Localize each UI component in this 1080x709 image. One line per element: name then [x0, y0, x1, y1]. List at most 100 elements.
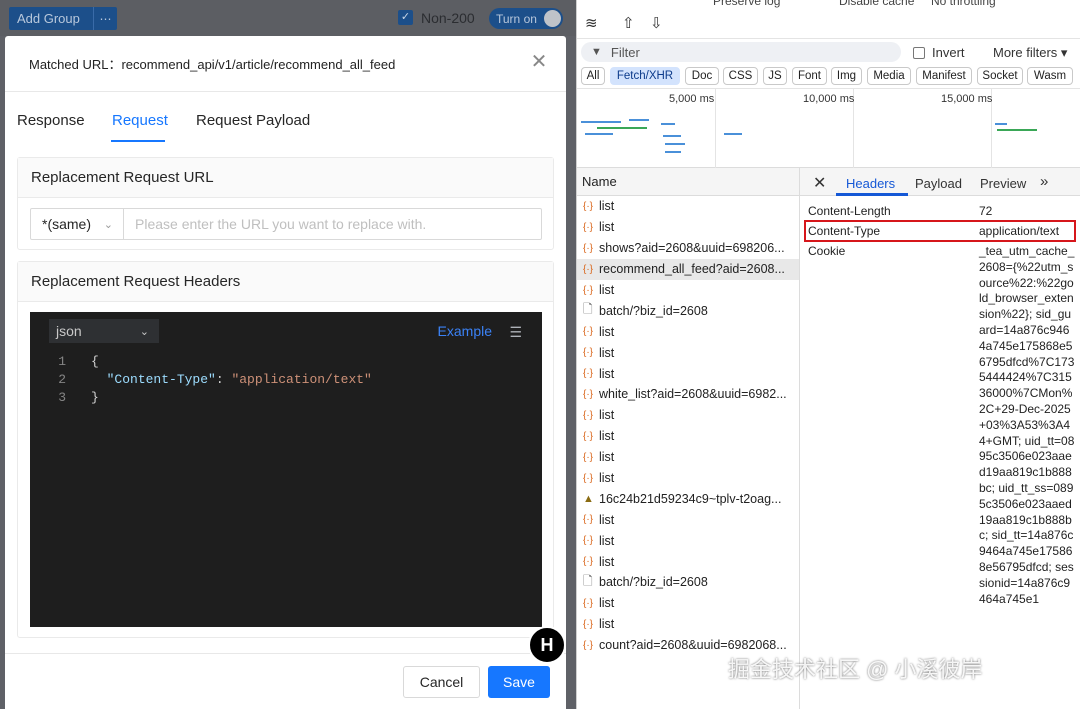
timeline-bar — [629, 119, 649, 121]
tab-request[interactable]: Request — [112, 112, 168, 129]
type-font[interactable]: Font — [792, 67, 827, 85]
tab-response[interactable]: Response — [17, 112, 85, 129]
timeline-gridline — [715, 89, 716, 169]
extension-topbar: Add Group ⋯ ✓ Non-200 Turn on — [0, 0, 576, 36]
replacement-url-section: Replacement Request URL *(same) ⌄ — [17, 157, 554, 250]
xhr-icon: {·} — [583, 347, 594, 359]
replacement-url-input[interactable] — [124, 209, 541, 239]
request-name: 16c24b21d59234c9~tplv-t2oag... — [599, 491, 782, 506]
request-row[interactable]: 🗋 batch/?biz_id=2608 — [577, 572, 799, 593]
type-css[interactable]: CSS — [723, 67, 758, 85]
request-row[interactable]: {·} list — [577, 321, 799, 342]
timeline-bar — [724, 133, 742, 135]
request-row[interactable]: ▲ 16c24b21d59234c9~tplv-t2oag... — [577, 488, 799, 509]
checkbox-icon — [913, 46, 925, 59]
request-row[interactable]: {·} recommend_all_feed?aid=2608... — [577, 258, 799, 280]
url-method-select[interactable]: *(same) ⌄ — [31, 209, 124, 239]
url-select-value: *(same) — [42, 216, 92, 232]
upload-icon[interactable]: ⇧ — [622, 14, 635, 32]
more-filters-button[interactable]: More filters ▾ — [993, 45, 1067, 61]
request-row[interactable]: {·} list — [577, 363, 799, 384]
request-row[interactable]: {·} list — [577, 593, 799, 614]
request-row[interactable]: {·} list — [577, 217, 799, 238]
network-timeline[interactable]: 5,000 ms 10,000 ms 15,000 ms — [577, 88, 1080, 169]
preserve-log-option[interactable]: Preserve log — [713, 0, 780, 8]
request-row[interactable]: {·} shows?aid=2608&uuid=698206... — [577, 238, 799, 259]
request-name: list — [599, 617, 615, 632]
request-row[interactable]: {·} list — [577, 468, 799, 489]
format-icon[interactable]: ☰ — [509, 324, 522, 341]
modal-tabs: Response Request Request Payload — [5, 112, 566, 142]
toggle-knob — [544, 10, 561, 27]
tab-headers[interactable]: Headers — [846, 176, 895, 191]
type-socket[interactable]: Socket — [977, 67, 1023, 85]
name-column-header[interactable]: Name — [577, 168, 799, 196]
section-title: Replacement Request Headers — [18, 262, 553, 302]
type-all[interactable]: All — [581, 67, 605, 85]
request-name: shows?aid=2608&uuid=698206... — [599, 241, 785, 256]
timeline-label: 5,000 ms — [669, 93, 715, 105]
request-name: list — [599, 512, 615, 527]
chevron-double-right-icon[interactable]: » — [1040, 173, 1048, 190]
xhr-icon: {·} — [583, 535, 594, 547]
modal-header: Matched URL：recommend_api/v1/article/rec… — [5, 36, 566, 92]
example-link[interactable]: Example — [438, 323, 492, 339]
chevron-down-icon: ⌄ — [139, 325, 149, 338]
request-name: list — [599, 596, 615, 611]
save-button[interactable]: Save — [488, 666, 550, 698]
code-text: } — [91, 389, 99, 405]
request-row[interactable]: {·} list — [577, 196, 799, 217]
tab-request-payload[interactable]: Request Payload — [196, 112, 310, 129]
request-row[interactable]: {·} list — [577, 426, 799, 447]
request-list: Name {·} list {·} list {·} shows?aid=2608&uui… — [577, 168, 800, 709]
cancel-button[interactable]: Cancel — [403, 666, 480, 698]
throttling-select[interactable]: No throttling — [931, 0, 996, 8]
type-doc[interactable]: Doc — [685, 67, 719, 85]
request-row[interactable]: {·} list — [577, 280, 799, 301]
request-name: batch/?biz_id=2608 — [599, 575, 708, 590]
request-name: recommend_all_feed?aid=2608... — [599, 262, 785, 277]
download-icon[interactable]: ⇩ — [650, 14, 663, 32]
code-editor[interactable]: json ⌄ Example ☰ 1 { 2 "Content-Type": "… — [30, 312, 542, 627]
tab-preview[interactable]: Preview — [980, 176, 1026, 191]
turn-on-toggle[interactable]: Turn on — [489, 8, 563, 29]
filter-input[interactable]: ▼ Filter — [581, 42, 901, 62]
request-row[interactable]: {·} list — [577, 509, 799, 530]
non200-checkbox[interactable]: ✓ — [398, 10, 413, 25]
request-row[interactable]: {·} list — [577, 405, 799, 426]
document-icon: 🗋 — [583, 573, 593, 588]
timeline-bar — [585, 133, 613, 135]
assistant-logo-icon[interactable]: H — [528, 626, 566, 664]
close-icon[interactable]: ✕ — [530, 52, 548, 72]
code-lines: 1 { 2 "Content-Type": "application/text"… — [30, 350, 542, 406]
xhr-icon: {·} — [583, 472, 594, 484]
type-img[interactable]: Img — [831, 67, 862, 85]
close-icon[interactable]: ✕ — [813, 173, 826, 193]
type-js[interactable]: JS — [763, 67, 787, 85]
xhr-icon: {·} — [583, 430, 594, 442]
type-fetch-xhr[interactable]: Fetch/XHR — [610, 67, 680, 85]
language-select[interactable]: json ⌄ — [49, 319, 159, 343]
request-name: list — [599, 366, 615, 381]
request-row[interactable]: 🗋 batch/?biz_id=2608 — [577, 300, 799, 321]
type-media[interactable]: Media — [867, 67, 911, 85]
wifi-icon[interactable]: ≋ — [585, 14, 598, 32]
active-tab-indicator — [111, 140, 165, 142]
request-row[interactable]: {·} list — [577, 551, 799, 572]
invert-checkbox[interactable]: Invert — [913, 45, 965, 60]
request-row[interactable]: {·} list — [577, 447, 799, 468]
request-row[interactable]: {·} white_list?aid=2608&uuid=6982... — [577, 384, 799, 405]
xhr-icon: {·} — [583, 451, 594, 463]
xhr-icon: {·} — [583, 263, 594, 275]
request-row[interactable]: {·} list — [577, 614, 799, 635]
tab-payload[interactable]: Payload — [915, 176, 962, 191]
disable-cache-option[interactable]: Disable cache — [839, 0, 914, 8]
type-wasm[interactable]: Wasm — [1027, 67, 1073, 85]
request-row[interactable]: {·} list — [577, 530, 799, 551]
xhr-icon: {·} — [583, 242, 594, 254]
chevron-down-icon: ⌄ — [103, 218, 113, 231]
ellipsis-icon[interactable]: ⋯ — [93, 7, 117, 30]
type-manifest[interactable]: Manifest — [916, 67, 972, 85]
request-row[interactable]: {·} list — [577, 342, 799, 363]
add-group-button[interactable]: Add Group ⋯ — [9, 7, 117, 30]
